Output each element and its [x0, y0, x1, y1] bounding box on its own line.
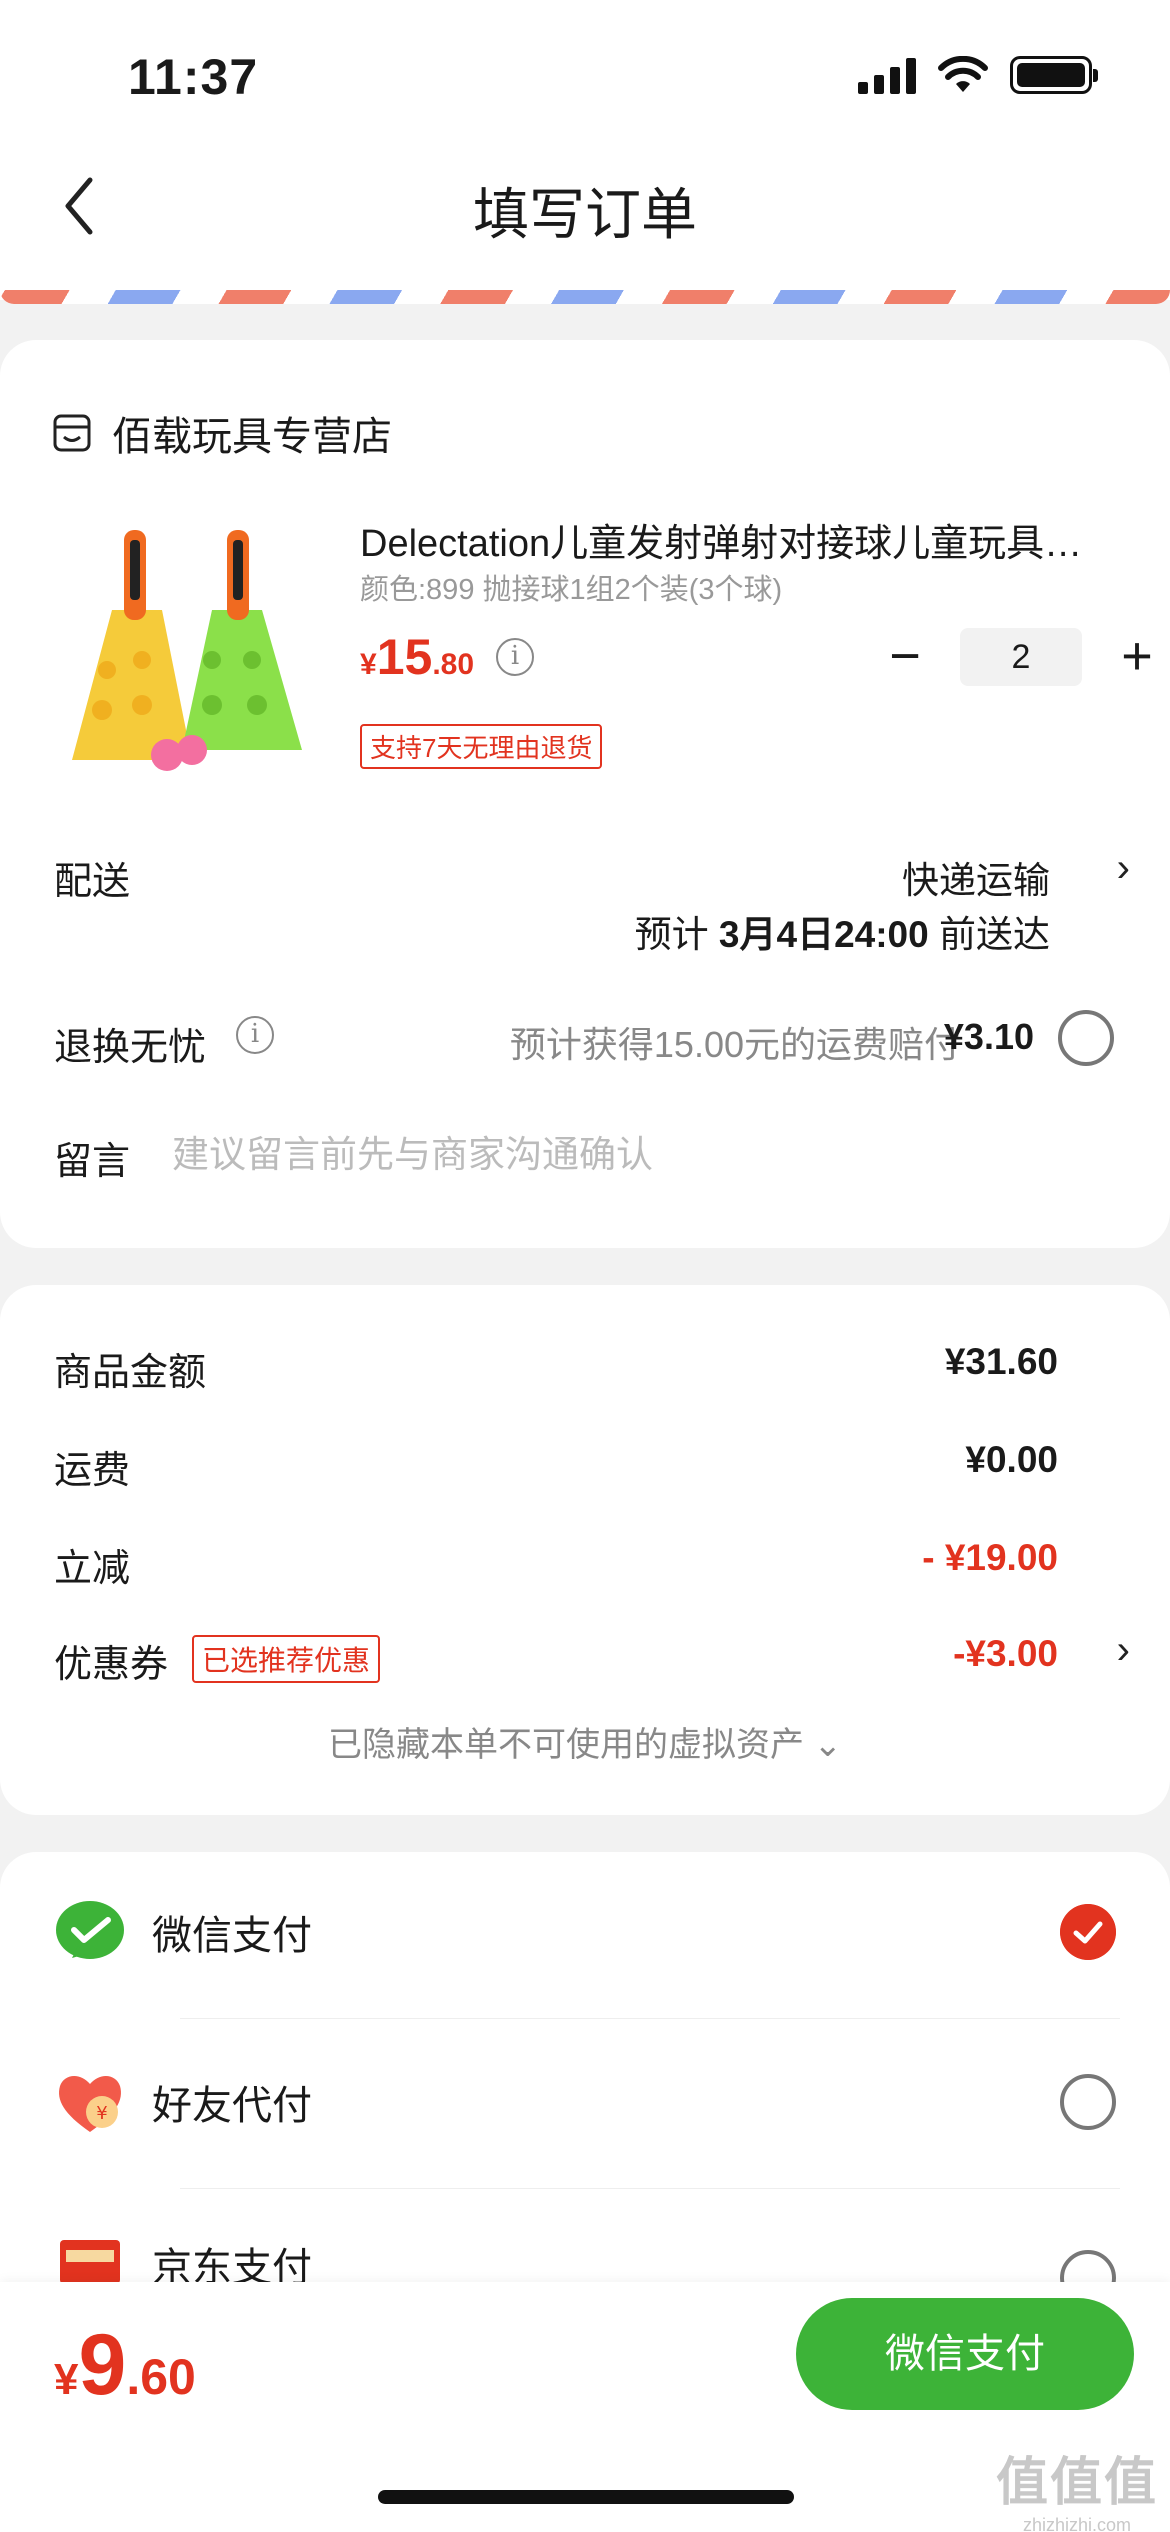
battery-icon [1010, 56, 1098, 94]
coupon-chevron-icon[interactable]: › [1117, 1628, 1130, 1673]
product-spec[interactable]: 颜色:899 抛接球1组2个装(3个球) [360, 566, 782, 608]
eta-prefix: 预计 [634, 914, 709, 955]
price-integer: 15 [376, 629, 433, 685]
decrease-button[interactable]: − [874, 628, 936, 686]
product-price: ¥ 15 .80 [360, 628, 474, 686]
quantity-value[interactable]: 2 [960, 628, 1082, 686]
message-input[interactable] [172, 1130, 1072, 1180]
payment-divider [180, 2188, 1120, 2189]
watermark-logo: 值值值 zhizhizhi.com [996, 2440, 1158, 2532]
price-currency: ¥ [360, 648, 377, 681]
increase-button[interactable]: + [1106, 628, 1168, 686]
total-currency: ¥ [54, 2355, 79, 2404]
watermark-domain: zhizhizhi.com [1022, 2515, 1132, 2532]
price-info-icon[interactable]: i [496, 638, 534, 676]
page-title: 填写订单 [473, 183, 697, 246]
coupon-label[interactable]: 优惠券 [54, 1633, 168, 1688]
shop-header[interactable]: 佰载玩具专营店 [52, 404, 392, 462]
exchange-info-icon[interactable]: i [236, 1016, 274, 1054]
eta-date: 3月4日24:00 [718, 914, 929, 955]
status-bar: 11:37 [0, 0, 1170, 150]
total-integer: 9 [78, 2317, 127, 2413]
order-product-card: 佰载玩具专营店 Delectation儿童发射弹射对接球儿童玩具亲子互动游戏 颜… [0, 340, 1170, 1248]
exchange-desc: 预计获得15.00元的运费赔付 [509, 1024, 960, 1065]
payment-option-wechat[interactable]: 微信支付 [54, 1896, 312, 1968]
store-icon [53, 414, 91, 452]
exchange-radio[interactable] [1058, 1010, 1114, 1066]
delivery-chevron-icon[interactable]: › [1117, 846, 1130, 891]
exchange-label: 退换无忧 [54, 1027, 207, 1069]
eta-suffix: 前送达 [939, 914, 1050, 955]
exchange-price: ¥3.10 [943, 1016, 1034, 1057]
wifi-icon [938, 56, 988, 92]
total-decimal: .60 [126, 2349, 196, 2405]
home-indicator[interactable] [378, 2490, 794, 2504]
payment-label-friend: 好友代付 [152, 2084, 312, 2128]
wechat-pay-button[interactable]: 微信支付 [796, 2298, 1134, 2410]
shop-name: 佰载玩具专营店 [112, 415, 392, 459]
discount-value: - ¥19.00 [922, 1537, 1058, 1578]
hidden-assets-toggle[interactable]: 已隐藏本单不可使用的虚拟资产 ⌄ [0, 1717, 1170, 1766]
fee-summary-card: 商品金额 ¥31.60 运费 ¥0.00 立减 - ¥19.00 优惠券 已选推… [0, 1285, 1170, 1815]
coupon-value[interactable]: -¥3.00 [953, 1633, 1058, 1675]
goods-amount-value: ¥31.60 [944, 1341, 1058, 1382]
total-price: ¥ 9 .60 [54, 2316, 196, 2415]
cellular-signal-icon [858, 56, 916, 94]
nav-bar: 填写订单 [0, 150, 1170, 300]
payment-label-wechat: 微信支付 [152, 1914, 312, 1958]
status-icons [858, 56, 1098, 94]
selected-check-icon[interactable] [1060, 1904, 1116, 1960]
goods-amount-label: 商品金额 [54, 1352, 207, 1394]
message-label: 留言 [54, 1141, 131, 1183]
payment-option-friend[interactable]: ¥ 好友代付 [54, 2066, 312, 2138]
wechat-pay-icon [56, 1901, 124, 1959]
delivery-label: 配送 [54, 861, 131, 903]
status-time: 11:37 [128, 49, 259, 105]
payment-divider [180, 2018, 1120, 2019]
friend-pay-radio[interactable] [1060, 2074, 1116, 2130]
return-policy-tag: 支持7天无理由退货 [360, 724, 603, 769]
airmail-border [0, 290, 1170, 304]
shipping-fee-label: 运费 [54, 1450, 131, 1492]
coupon-tag: 已选推荐优惠 [192, 1635, 381, 1683]
price-decimal: .80 [432, 648, 475, 681]
friend-pay-heart-icon: ¥ [59, 2075, 121, 2132]
svg-text:¥: ¥ [96, 2103, 107, 2124]
quantity-stepper: − 2 + [874, 628, 1168, 686]
delivery-eta: 预计 3月4日24:00 前送达 [635, 904, 1050, 958]
discount-label: 立减 [54, 1548, 131, 1590]
shipping-fee-value: ¥0.00 [965, 1439, 1058, 1480]
product-name[interactable]: Delectation儿童发射弹射对接球儿童玩具亲子互动游戏 [360, 512, 1100, 567]
watermark-text: 值值值 [995, 2454, 1158, 2512]
product-image[interactable] [52, 510, 322, 780]
delivery-method[interactable]: 快递运输 [902, 850, 1050, 904]
